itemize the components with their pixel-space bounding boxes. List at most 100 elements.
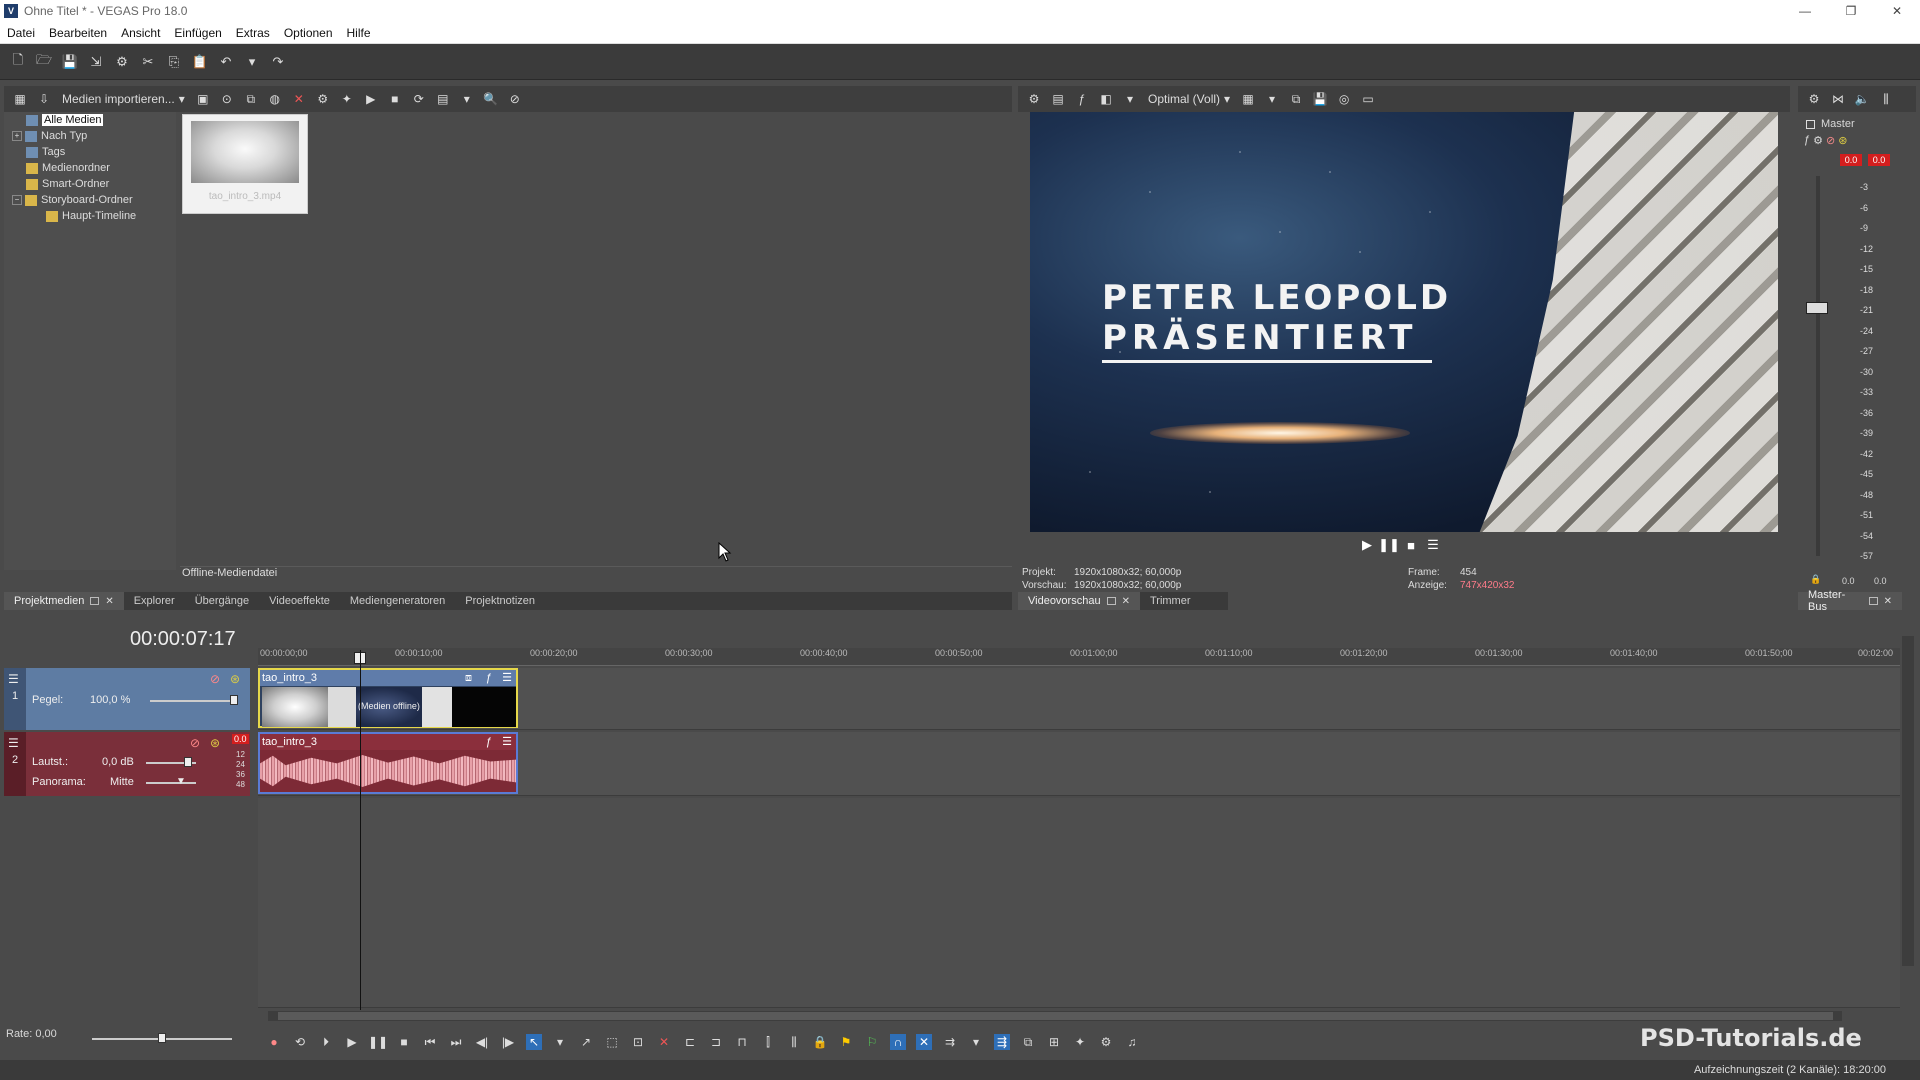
split-dropdown-icon[interactable]: ▾ [1120, 89, 1140, 109]
lock-envelopes-icon[interactable]: ⇶ [994, 1034, 1010, 1050]
volume-slider-handle[interactable] [184, 757, 192, 767]
menu-datei[interactable]: Datei [0, 26, 42, 40]
next-frame-icon[interactable]: |▶ [500, 1034, 516, 1050]
views-icon[interactable]: ▤ [433, 89, 453, 109]
mixer-icon[interactable]: ⫼ [1876, 89, 1896, 109]
close-tab-icon[interactable]: ✕ [1122, 596, 1130, 607]
close-icon[interactable]: ✕ [1874, 0, 1920, 22]
lock-icon[interactable]: 🔒 [812, 1034, 828, 1050]
multicam-icon[interactable]: ⫼ [786, 1034, 802, 1050]
media-thumbnail[interactable]: tao_intro_3.mp4 [182, 114, 308, 214]
go-to-start-icon[interactable]: ⏮ [422, 1034, 438, 1050]
ripple-icon[interactable]: ⇉ [942, 1034, 958, 1050]
stop-icon[interactable]: ■ [1404, 538, 1418, 553]
mute-icon[interactable]: ⊘ [190, 736, 200, 750]
device-icon[interactable]: ▤ [1048, 89, 1068, 109]
dock-icon[interactable] [1106, 597, 1116, 605]
tree-item-tags[interactable]: Tags [4, 144, 176, 160]
master-fader-track[interactable] [1816, 176, 1820, 556]
record-icon[interactable]: ● [266, 1034, 282, 1050]
play-from-start-icon[interactable]: ⏵ [318, 1034, 334, 1050]
level-slider[interactable] [150, 700, 234, 702]
menu-hilfe[interactable]: Hilfe [340, 26, 378, 40]
fx-icon[interactable]: ƒ [1804, 134, 1810, 147]
tab-trimmer[interactable]: Trimmer [1140, 592, 1201, 610]
trim-start-icon[interactable]: ⊐ [708, 1034, 724, 1050]
lock-icon[interactable]: 🔒 [1810, 574, 1821, 585]
close-tab-icon[interactable]: ✕ [1884, 596, 1892, 607]
undo-icon[interactable]: ↶ [216, 52, 236, 72]
paste-icon[interactable]: 📋 [190, 52, 210, 72]
open-folder-icon[interactable]: 🗁 [34, 52, 54, 72]
collapse-icon[interactable]: − [12, 195, 22, 205]
cd-icon[interactable]: ⊙ [217, 89, 237, 109]
tab-mediengeneratoren[interactable]: Mediengeneratoren [340, 592, 455, 610]
tool-dropdown-icon[interactable]: ▾ [552, 1034, 568, 1050]
go-to-end-icon[interactable]: ⏭ [448, 1034, 464, 1050]
fx-icon[interactable]: ƒ [1072, 89, 1092, 109]
snapping-icon[interactable]: ∩ [890, 1034, 906, 1050]
pan-slider[interactable] [146, 782, 196, 784]
envelope-tool-icon[interactable]: ↗ [578, 1034, 594, 1050]
import-icon[interactable]: ⇩ [34, 89, 54, 109]
search-icon[interactable]: 🔍 [481, 89, 501, 109]
gear-icon[interactable]: ⚙ [1813, 134, 1823, 147]
render-icon[interactable]: ⇲ [86, 52, 106, 72]
pan-slider-handle[interactable]: ▼ [176, 776, 186, 787]
capture-icon[interactable]: ▣ [193, 89, 213, 109]
master-checkbox[interactable] [1806, 119, 1815, 129]
tab-videoeffekte[interactable]: Videoeffekte [259, 592, 340, 610]
menu-icon[interactable]: ☰ [502, 734, 512, 750]
menu-optionen[interactable]: Optionen [277, 26, 340, 40]
menu-ansicht[interactable]: Ansicht [114, 26, 167, 40]
fx-icon[interactable]: ✦ [337, 89, 357, 109]
adjust-icon[interactable]: ⚙ [1098, 1034, 1114, 1050]
audio-track-header[interactable]: ☰ 2 Lautst.: 0,0 dB Panorama: Mitte ▼ ⊘ … [4, 732, 250, 796]
downmix-icon[interactable]: ⋈ [1828, 89, 1848, 109]
normal-edit-tool-icon[interactable]: ↖ [526, 1034, 542, 1050]
new-file-icon[interactable]: 🗋 [8, 52, 28, 72]
pause-icon[interactable]: ❚❚ [1378, 537, 1400, 552]
level-slider-handle[interactable] [230, 695, 238, 705]
timeline-ruler[interactable]: 00:00:00;00 00:00:10;00 00:00:20;00 00:0… [258, 648, 1900, 666]
tree-item-medienordner[interactable]: Medienordner [4, 160, 176, 176]
split-screen-icon[interactable]: ◧ [1096, 89, 1116, 109]
empty-timeline-area[interactable] [258, 798, 1900, 1008]
play-icon[interactable]: ▶ [1360, 537, 1374, 552]
menu-extras[interactable]: Extras [229, 26, 277, 40]
video-track-header[interactable]: ☰ 1 Pegel: 100,0 % ⊘ ⊛ [4, 668, 250, 730]
import-media-dropdown[interactable]: Medien importieren... ▾ [58, 92, 189, 106]
tab-videovorschau[interactable]: Videovorschau ✕ [1018, 592, 1140, 610]
video-preview[interactable]: PETER LEOPOLD PRÄSENTIERT [1030, 112, 1778, 532]
track-menu-icon[interactable]: ☰ [8, 672, 19, 686]
speaker-icon[interactable]: 🔈 [1852, 89, 1872, 109]
auto-crossfade-icon[interactable]: ✕ [916, 1034, 932, 1050]
selection-tool-icon[interactable]: ⬚ [604, 1034, 620, 1050]
tree-item-alle-medien[interactable]: Alle Medien [4, 112, 176, 128]
minimize-icon[interactable]: — [1782, 0, 1828, 22]
solo-icon[interactable]: ⊛ [1838, 134, 1847, 147]
menu-bearbeiten[interactable]: Bearbeiten [42, 26, 114, 40]
trim-end-icon[interactable]: ⊓ [734, 1034, 750, 1050]
timeline-horizontal-scrollbar[interactable] [268, 1011, 1842, 1021]
gear-icon[interactable]: ⚙ [1804, 89, 1824, 109]
menu-einfuegen[interactable]: Einfügen [167, 26, 228, 40]
scrollbar-thumb[interactable] [278, 1012, 1833, 1020]
expand-icon[interactable]: + [12, 131, 22, 141]
tab-explorer[interactable]: Explorer [124, 592, 185, 610]
pause-icon[interactable]: ❚❚ [368, 1034, 388, 1050]
tab-projektmedien[interactable]: Projektmedien ✕ [4, 592, 124, 610]
copy-snapshot-icon[interactable]: ⧉ [1286, 89, 1306, 109]
settings-icon[interactable]: ⚙ [112, 52, 132, 72]
menu-icon[interactable]: ☰ [1426, 537, 1440, 552]
play-icon[interactable]: ▶ [344, 1034, 360, 1050]
grid-icon[interactable]: ▦ [1238, 89, 1258, 109]
views-dropdown-icon[interactable]: ▾ [457, 89, 477, 109]
auto-preview-icon[interactable]: ⟳ [409, 89, 429, 109]
track-menu-icon[interactable]: ☰ [8, 736, 19, 750]
tree-item-haupt-timeline[interactable]: Haupt-Timeline [4, 208, 176, 224]
master-fader-handle[interactable] [1806, 302, 1828, 314]
play-icon[interactable]: ▶ [361, 89, 381, 109]
close-tab-icon[interactable]: ✕ [105, 596, 113, 607]
ripple-dropdown-icon[interactable]: ▾ [968, 1034, 984, 1050]
